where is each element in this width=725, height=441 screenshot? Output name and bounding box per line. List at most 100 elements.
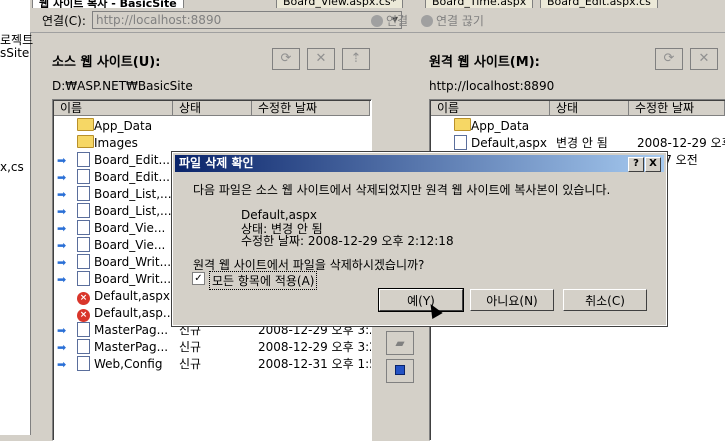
arrow-right-icon: ➡ <box>57 171 67 184</box>
strip-text-3: x,cs <box>0 160 24 174</box>
table-row[interactable]: ➡ Web,Config 신규 2008-12-31 오후 1:5 <box>53 356 371 373</box>
delete-icon: ✕ <box>698 51 710 66</box>
remote-refresh-button[interactable]: ⟳ <box>655 48 683 70</box>
connection-combobox[interactable]: http://localhost:8890 ▼ <box>92 11 402 29</box>
source-col-status[interactable]: 상태 <box>173 101 252 116</box>
arrow-right-icon: ➡ <box>57 341 67 354</box>
file-icon <box>77 322 90 337</box>
solution-explorer-strip: 로젝트 sSite x,cs <box>0 0 33 435</box>
row-name: Images <box>94 136 138 150</box>
file-icon <box>77 237 90 252</box>
dialog-message: 다음 파일은 소스 웹 사이트에서 삭제되었지만 원격 웹 사이트에 복사본이 … <box>193 183 611 197</box>
file-icon <box>77 356 90 371</box>
file-icon <box>77 203 90 218</box>
row-name: App_Data <box>471 119 530 133</box>
connection-label: 연결(C): <box>42 14 86 28</box>
help-button[interactable]: ? <box>628 157 644 172</box>
row-name: Board_Writ... <box>94 272 172 286</box>
remote-delete-button[interactable]: ✕ <box>690 48 718 70</box>
tab-board-time[interactable]: Board_Time.aspx <box>425 0 534 8</box>
arrow-right-icon: ➡ <box>57 256 67 269</box>
row-name: MasterPag... <box>94 340 169 354</box>
table-row[interactable]: ➡ MasterPag... 신규 2008-12-29 오후 3:2 <box>53 339 371 356</box>
stop-button[interactable] <box>386 359 414 383</box>
file-icon <box>77 254 90 269</box>
no-button[interactable]: 아니요(N) <box>470 289 554 311</box>
row-name: App_Data <box>94 119 153 133</box>
file-icon <box>77 220 90 235</box>
arrow-right-icon: ➡ <box>57 205 67 218</box>
row-name: Board_Writ... <box>94 255 172 269</box>
remote-path: http://localhost:8890 <box>429 79 555 93</box>
file-icon <box>77 169 90 184</box>
file-icon <box>454 135 467 150</box>
row-status: 변경 안 됨 <box>556 136 608 150</box>
source-site-title: 소스 웹 사이트(U): <box>52 55 161 70</box>
arrow-right-icon: ➡ <box>57 222 67 235</box>
tab-board-view[interactable]: Board_View.aspx.cs* <box>276 0 404 8</box>
file-icon <box>77 271 90 286</box>
table-row[interactable]: Default,aspx 변경 안 됨 2008-12-29 오후 <box>430 135 725 152</box>
strip-text-2: sSite <box>0 46 30 60</box>
row-name: Board_Vie... <box>94 238 166 252</box>
close-button[interactable]: X <box>645 157 661 172</box>
delete-status-icon: × <box>77 292 90 305</box>
stop-icon <box>395 365 405 375</box>
row-status: 신규 <box>179 340 202 354</box>
row-name: Board_Vie... <box>94 221 166 235</box>
row-name: Default,aspx <box>471 136 547 150</box>
connection-url: http://localhost:8890 <box>96 13 222 27</box>
connect-button[interactable]: 연결 <box>371 12 408 29</box>
apply-all-label[interactable]: 모든 항목에 적용(A) <box>209 271 318 290</box>
row-name: Board_Edit.... <box>94 153 174 167</box>
arrow-right-icon: ➡ <box>57 154 67 167</box>
disconnect-button[interactable]: 연결 끊기 <box>421 12 484 29</box>
copy-button[interactable]: ▰ <box>386 331 414 355</box>
yes-button[interactable]: 예(Y) <box>378 288 464 312</box>
remote-col-name[interactable]: 이름 <box>431 101 550 116</box>
row-name: Board_Edit.... <box>94 170 174 184</box>
folder-icon <box>454 118 471 131</box>
folder-icon <box>77 118 94 131</box>
file-icon <box>77 186 90 201</box>
dialog-file-modified: 수정한 날짜: 2008-12-29 오후 2:12:18 <box>241 234 454 248</box>
folder-up-icon: ⇡ <box>350 51 362 66</box>
cancel-button[interactable]: 취소(C) <box>563 289 647 311</box>
row-name: Default,aspx <box>94 289 170 303</box>
file-icon <box>77 339 90 354</box>
refresh-icon: ⟳ <box>663 51 675 66</box>
delete-confirm-dialog: 파일 삭제 확인 ? X 다음 파일은 소스 웹 사이트에서 삭제되었지만 원격… <box>171 151 668 327</box>
remote-site-title: 원격 웹 사이트(M): <box>429 55 540 70</box>
tab-copy-website[interactable]: 웹 사이트 복사 - BasicSite <box>32 0 184 8</box>
row-name: Board_List,... <box>94 187 172 201</box>
table-row[interactable]: App_Data <box>430 118 725 135</box>
row-name: Web,Config <box>94 357 163 371</box>
source-path: D:₩ASP.NET₩BasicSite <box>52 79 193 93</box>
source-col-name[interactable]: 이름 <box>54 101 173 116</box>
source-refresh-button[interactable]: ⟳ <box>272 48 300 70</box>
dialog-title: 파일 삭제 확인 <box>175 155 664 172</box>
source-delete-button[interactable]: ✕ <box>307 48 335 70</box>
refresh-icon: ⟳ <box>280 51 292 66</box>
row-name: Default,asp... <box>94 306 175 320</box>
row-date: 2008-12-29 오후 <box>637 136 725 150</box>
disconnect-icon <box>421 15 433 27</box>
row-status: 신규 <box>179 357 202 371</box>
row-name: MasterPag... <box>94 323 169 337</box>
remote-col-date[interactable]: 수정한 날짜 <box>629 101 725 116</box>
row-date: 2008-12-29 오후 3:2 <box>258 340 372 354</box>
source-col-date[interactable]: 수정한 날짜 <box>252 101 370 116</box>
remote-col-status[interactable]: 상태 <box>550 101 629 116</box>
file-icon <box>77 152 90 167</box>
row-date: 2008-12-31 오후 1:5 <box>258 357 372 371</box>
apply-all-checkbox[interactable]: ✓ <box>192 272 205 285</box>
document-tabs: 웹 사이트 복사 - BasicSite Board_View.aspx.cs*… <box>30 0 725 8</box>
arrow-right-icon: ➡ <box>57 358 67 371</box>
tab-board-edit[interactable]: Board_Edit.aspx.cs <box>540 0 658 8</box>
table-row[interactable]: App_Data <box>53 118 371 135</box>
folder-icon <box>77 135 94 148</box>
delete-icon: ✕ <box>315 51 327 66</box>
connection-toolbar: 연결(C): http://localhost:8890 ▼ 연결 연결 끊기 <box>30 8 725 33</box>
source-up-button[interactable]: ⇡ <box>342 48 370 70</box>
table-row[interactable]: Images <box>53 135 371 152</box>
